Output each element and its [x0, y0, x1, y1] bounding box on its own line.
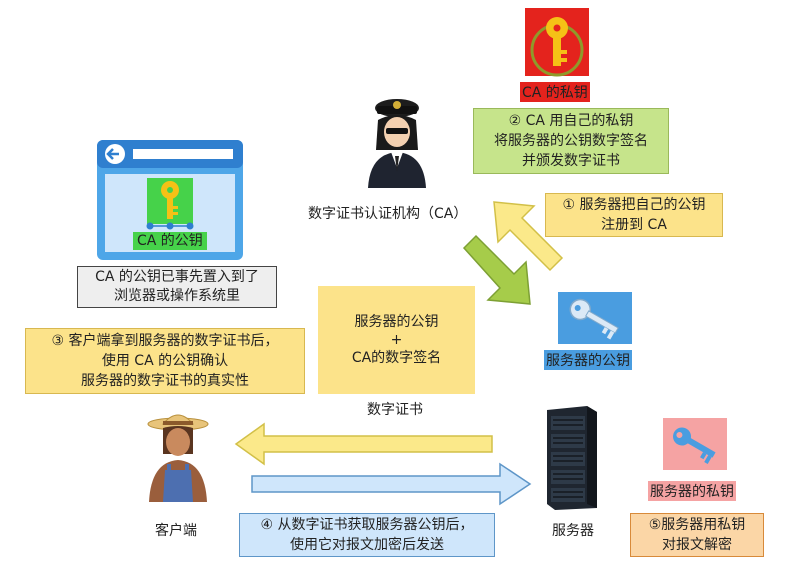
browser-key-label: CA 的公钥 [133, 232, 207, 250]
certificate-line1: 服务器的公钥 [354, 314, 439, 330]
step3-line3: 服务器的数字证书的真实性 [81, 373, 249, 389]
ca-authority-label: 数字证书认证机构（CA） [308, 206, 468, 222]
step4-line2: 使用它对报文加密后发送 [290, 537, 444, 553]
key-icon [558, 292, 632, 344]
ca-private-key [525, 8, 589, 77]
server-public-key-label: 服务器的公钥 [544, 350, 632, 370]
server-private-key-label: 服务器的私钥 [648, 481, 736, 501]
server-label: 服务器 [552, 523, 594, 539]
certificate-caption: 数字证书 [367, 402, 423, 418]
certificate-send-arrow [234, 422, 493, 466]
key-icon [525, 8, 589, 77]
certificate-box: 服务器的公钥 + CA的数字签名 [318, 286, 475, 394]
ca-private-key-label: CA 的私钥 [520, 82, 590, 102]
official-icon [368, 99, 426, 188]
step4-box: ④ 从数字证书获取服务器公钥后， 使用它对报文加密后发送 [239, 513, 495, 557]
certificate-line3: CA的数字签名 [351, 350, 442, 366]
key-icon [663, 418, 727, 470]
browser-note-line2: 浏览器或操作系统里 [114, 288, 240, 304]
step2-line3: 并颁发数字证书 [522, 153, 620, 169]
step2-box: ② CA 用自己的私钥 将服务器的公钥数字签名 并颁发数字证书 [473, 108, 669, 174]
step3-line2: 使用 CA 的公钥确认 [101, 353, 229, 369]
encrypted-message-arrow [251, 462, 532, 506]
browser-note-line1: CA 的公钥已事先置入到了 [95, 269, 259, 285]
step4-line1: ④ 从数字证书获取服务器公钥后， [260, 517, 474, 533]
step5-box: ⑤服务器用私钥 对报文解密 [630, 513, 764, 557]
client-label: 客户端 [155, 523, 197, 539]
step1-line2: 注册到 CA [601, 217, 667, 233]
browser-window: CA 的公钥 [97, 140, 243, 260]
certificate-line2: + [390, 332, 403, 348]
step5-line1: ⑤服务器用私钥 [648, 517, 746, 533]
server-rack-icon [547, 406, 597, 510]
farmer-icon [147, 414, 209, 502]
step3-line1: ③ 客户端拿到服务器的数字证书后， [51, 333, 279, 349]
step3-box: ③ 客户端拿到服务器的数字证书后， 使用 CA 的公钥确认 服务器的数字证书的真… [25, 328, 305, 394]
browser-note-box: CA 的公钥已事先置入到了 浏览器或操作系统里 [77, 266, 277, 308]
step5-line2: 对报文解密 [662, 537, 732, 553]
step2-line2: 将服务器的公钥数字签名 [494, 133, 648, 149]
step2-line1: ② CA 用自己的私钥 [508, 113, 634, 129]
